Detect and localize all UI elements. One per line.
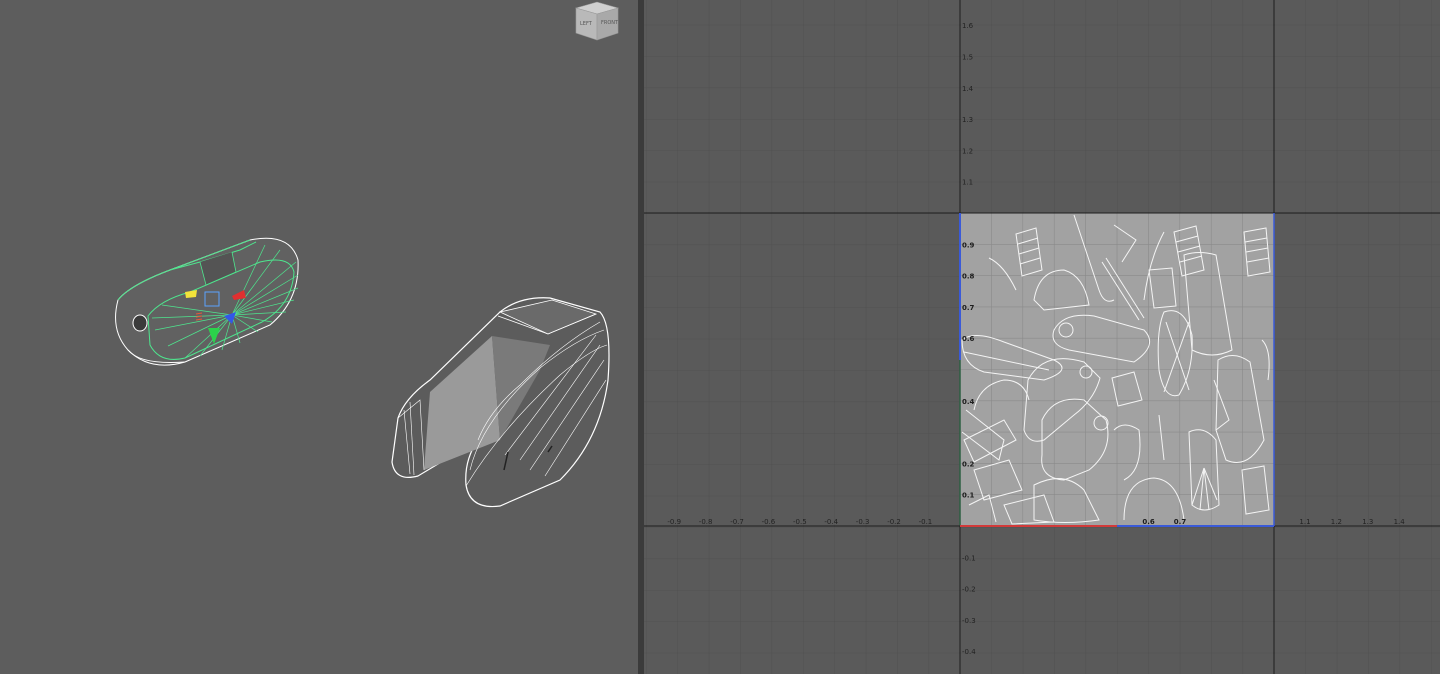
uv-tick-label: -0.1 [962, 554, 976, 562]
uv-tick-label: 0.6 [962, 335, 975, 343]
uv-tick-label: 0.6 [1142, 518, 1155, 526]
uv-tick-label: -0.6 [762, 518, 776, 526]
uv-tick-label: 1.3 [1362, 518, 1373, 526]
uv-tick-label: -0.9 [667, 518, 681, 526]
uv-tick-label: 0.2 [962, 460, 975, 468]
clip-mesh[interactable] [391, 297, 610, 508]
uv-tick-label: 1.5 [962, 54, 973, 62]
uv-tick-label: 1.2 [1331, 518, 1342, 526]
uv-tick-label: -0.3 [856, 518, 870, 526]
uv-tick-label: -0.1 [919, 518, 933, 526]
uv-tick-label: -0.4 [962, 648, 976, 656]
uv-tick-label: 1.4 [962, 85, 974, 93]
uv-tick-label: -0.4 [824, 518, 838, 526]
uv-tick-label: 0.7 [1174, 518, 1187, 526]
uv-tick-label: 1.1 [962, 179, 973, 187]
uv-tick-label: -0.3 [962, 617, 976, 625]
uv-tick-label: -0.2 [887, 518, 901, 526]
uv-tick-label: 1.3 [962, 116, 973, 124]
uv-editor-viewport[interactable]: -1-0.9-0.8-0.7-0.6-0.5-0.4-0.3-0.2-0.1 0… [644, 0, 1440, 674]
uv-tick-label: 0.4 [962, 398, 975, 406]
uv-tick-label: 0.1 [962, 492, 975, 500]
uv-tick-label: -0.5 [793, 518, 807, 526]
perspective-viewport[interactable]: LEFT FRONT [0, 0, 638, 674]
uv-tick-label: -0.8 [699, 518, 713, 526]
uv-tick-label: 1.4 [1394, 518, 1406, 526]
uv-tick-label: -0.2 [962, 586, 976, 594]
uv-tick-label: 0.9 [962, 241, 975, 249]
uv-tick-label: 1.2 [962, 147, 973, 155]
uv-tick-label: 0.7 [962, 304, 975, 312]
selected-mesh[interactable] [115, 237, 299, 366]
uv-tick-label: 1.1 [1299, 518, 1310, 526]
uv-tick-label: -0.7 [730, 518, 744, 526]
uv-tick-label: 0.8 [962, 273, 975, 281]
uv-tick-label: 1.6 [962, 22, 974, 30]
